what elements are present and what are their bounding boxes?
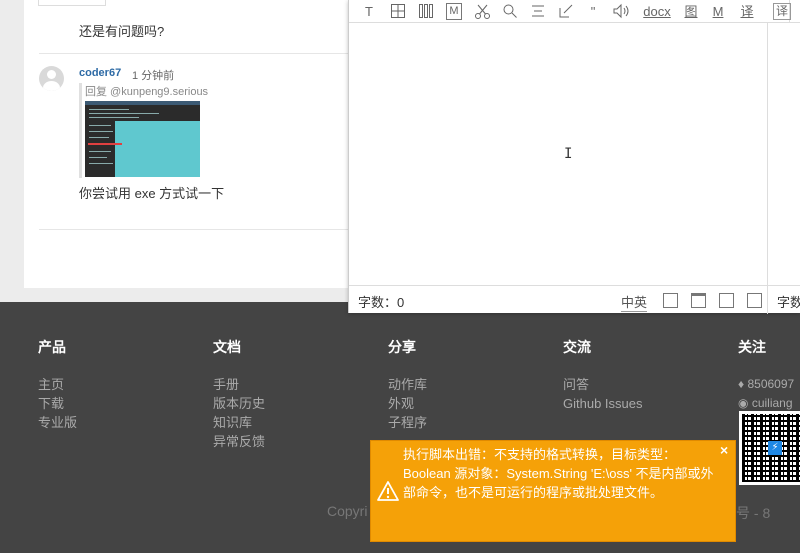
footer-link-kb[interactable]: 知识库 <box>213 413 265 432</box>
footer-link-github[interactable]: Github Issues <box>563 394 643 413</box>
align-icon[interactable] <box>530 3 546 20</box>
word-count-right: 字数 <box>777 295 800 310</box>
copy-icon[interactable] <box>719 293 734 308</box>
markdown-icon[interactable]: M <box>446 3 462 20</box>
edit-icon[interactable] <box>558 3 574 20</box>
translate-button-2[interactable]: 译 <box>773 3 791 20</box>
footer-heading: 交流 <box>563 339 591 355</box>
translate-button[interactable]: 译 <box>739 3 755 20</box>
language-toggle[interactable]: 中英 <box>621 292 648 312</box>
footer-link-manual[interactable]: 手册 <box>213 375 265 394</box>
error-message: 执行脚本出错：不支持的格式转换，目标类型：Boolean 源对象：System.… <box>403 447 714 500</box>
card-tab-stub <box>38 0 106 6</box>
comment-card: 还是有问题吗? coder67 1 分钟前 回复 @kunpeng9.serio… <box>24 0 354 288</box>
footer-link-subprograms[interactable]: 子程序 <box>388 413 427 432</box>
divider <box>767 23 768 285</box>
footer-heading: 关注 <box>738 339 766 355</box>
text-editor-window: T M " docx 图 M 译 译 I 字数：0 中英 字数 <box>348 0 800 314</box>
comment-username[interactable]: coder67 <box>79 67 121 79</box>
screenshot-thumbnail[interactable] <box>85 101 200 177</box>
word-count: 字数：0 <box>358 295 405 310</box>
add-page-icon[interactable] <box>663 293 678 308</box>
footer-heading: 文档 <box>213 339 241 355</box>
divider <box>767 286 768 314</box>
text-cursor-icon: I <box>564 146 573 162</box>
footer-link-actions[interactable]: 动作库 <box>388 375 427 394</box>
footer-column-community: 交流 问答 Github Issues <box>563 337 643 413</box>
copyright-text: Copyri <box>327 503 368 519</box>
paste-icon[interactable] <box>747 293 762 308</box>
editor-toolbar: T M " docx 图 M 译 译 <box>349 0 800 23</box>
weibo-icon: ◉ <box>738 396 749 410</box>
title-icon[interactable]: T <box>362 3 376 20</box>
footer-link-home[interactable]: 主页 <box>38 375 77 394</box>
editor-statusbar: 字数：0 中英 字数 <box>349 285 800 314</box>
footer-heading: 产品 <box>38 339 66 355</box>
footer-link-qa[interactable]: 问答 <box>563 375 643 394</box>
comment-time: 1 分钟前 <box>132 70 175 82</box>
footer-link-feedback[interactable]: 异常反馈 <box>213 432 265 451</box>
icp-text: 号 - 8 <box>736 505 771 521</box>
close-button[interactable]: × <box>720 442 728 458</box>
scissors-icon[interactable] <box>474 3 491 20</box>
prev-comment-text: 还是有问题吗? <box>79 24 165 39</box>
table-icon[interactable] <box>390 3 406 20</box>
trash-icon[interactable] <box>691 293 706 308</box>
footer-column-follow: 关注 ♦ 8506097 ◉ cuiliang <box>738 337 800 413</box>
divider <box>39 229 354 230</box>
footer-link-download[interactable]: 下载 <box>38 394 77 413</box>
footer-column-share: 分享 动作库 外观 子程序 <box>388 337 427 432</box>
footer-link-history[interactable]: 版本历史 <box>213 394 265 413</box>
image-button[interactable]: 图 <box>683 3 699 20</box>
qq-icon: ♦ <box>738 377 745 391</box>
footer-link-pro[interactable]: 专业版 <box>38 413 77 432</box>
m-button[interactable]: M <box>711 3 725 20</box>
quote-label: 回复 @kunpeng9.serious <box>85 86 209 98</box>
warning-icon <box>377 481 399 501</box>
footer-column-docs: 文档 手册 版本历史 知识库 异常反馈 <box>213 337 265 451</box>
qr-code: ⚡ <box>739 411 800 485</box>
comment-body: 你尝试用 exe 方式试一下 <box>79 186 225 201</box>
quote-icon[interactable]: " <box>586 3 600 20</box>
reply-quote: 回复 @kunpeng9.serious <box>79 83 209 178</box>
footer-link-skins[interactable]: 外观 <box>388 394 427 413</box>
columns-icon[interactable] <box>418 3 434 20</box>
footer-column-product: 产品 主页 下载 专业版 <box>38 337 77 432</box>
footer-heading: 分享 <box>388 339 416 355</box>
error-toast: 执行脚本出错：不支持的格式转换，目标类型：Boolean 源对象：System.… <box>370 440 736 542</box>
lightning-icon: ⚡ <box>768 441 782 455</box>
divider <box>39 53 354 54</box>
avatar[interactable] <box>39 66 64 91</box>
speaker-icon[interactable] <box>612 3 632 20</box>
docx-button[interactable]: docx <box>641 3 673 20</box>
footer-qq[interactable]: ♦ 8506097 <box>738 375 800 394</box>
search-icon[interactable] <box>502 3 518 20</box>
